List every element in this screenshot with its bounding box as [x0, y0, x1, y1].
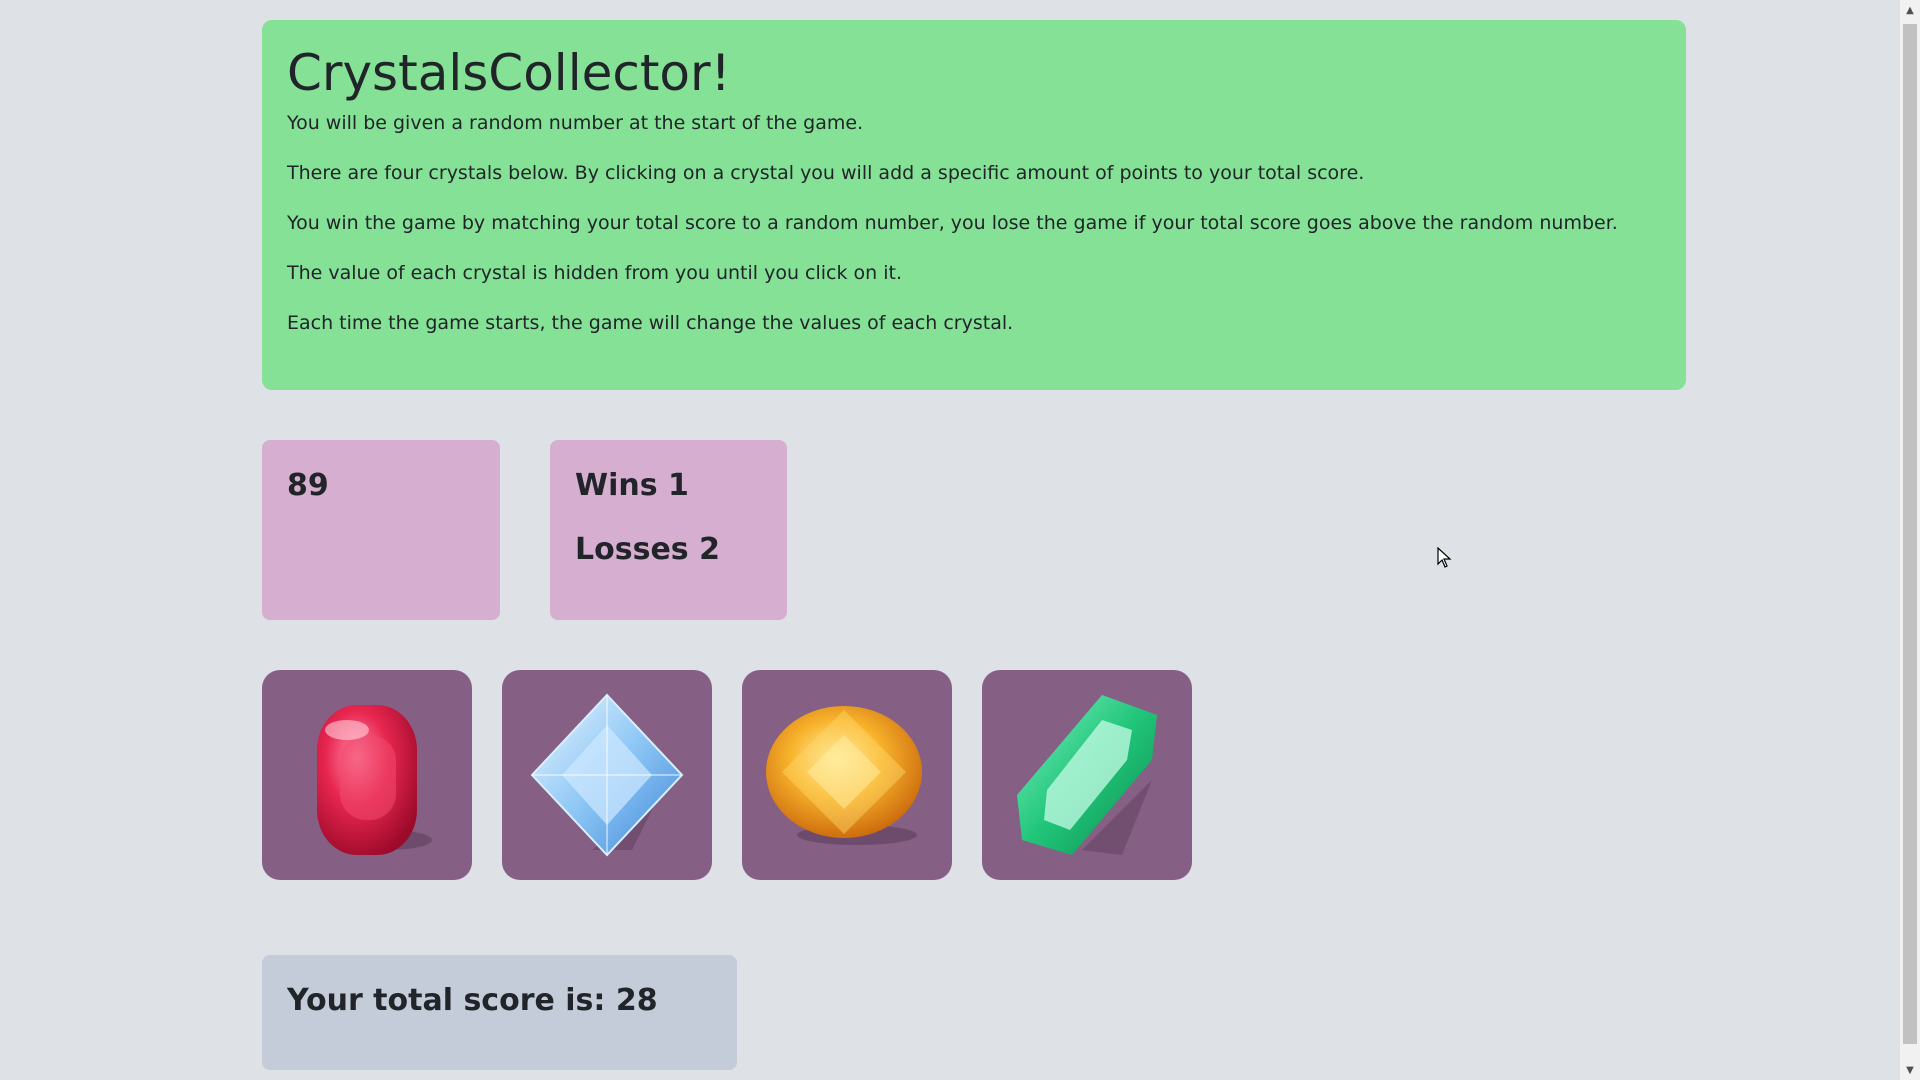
wins-count: Wins 1 [575, 468, 689, 503]
total-score-box: Your total score is: 28 [262, 955, 737, 1070]
instruction-2: There are four crystals below. By clicki… [287, 162, 1365, 184]
mouse-cursor-icon [1437, 546, 1453, 573]
instruction-1: You will be given a random number at the… [287, 112, 864, 134]
game-title: CrystalsCollector! [287, 44, 731, 102]
diamond-icon [530, 693, 684, 857]
topaz-icon [766, 706, 922, 845]
win-loss-box: Wins 1 Losses 2 [550, 440, 787, 620]
instruction-4: The value of each crystal is hidden from… [287, 262, 903, 284]
random-number-box: 89 [262, 440, 500, 620]
green-emerald-crystal[interactable] [982, 670, 1192, 880]
vertical-scrollbar[interactable]: ▲ ▼ [1900, 0, 1920, 1080]
instruction-5: Each time the game starts, the game will… [287, 312, 1014, 334]
random-number: 89 [287, 468, 329, 503]
game-page: CrystalsCollector! You will be given a r… [0, 0, 1920, 1080]
instruction-3: You win the game by matching your total … [287, 212, 1618, 234]
red-ruby-crystal[interactable] [262, 670, 472, 880]
losses-count: Losses 2 [575, 532, 720, 567]
blue-diamond-crystal[interactable] [502, 670, 712, 880]
total-score: Your total score is: 28 [287, 983, 658, 1018]
scroll-down-icon[interactable]: ▼ [1900, 1060, 1920, 1080]
scrollbar-thumb[interactable] [1903, 24, 1917, 1044]
ruby-icon [317, 705, 432, 855]
emerald-icon [1017, 695, 1157, 855]
orange-topaz-crystal[interactable] [742, 670, 952, 880]
instructions-panel: CrystalsCollector! You will be given a r… [262, 20, 1686, 390]
crystal-row [262, 670, 1192, 880]
scroll-up-icon[interactable]: ▲ [1900, 0, 1920, 20]
